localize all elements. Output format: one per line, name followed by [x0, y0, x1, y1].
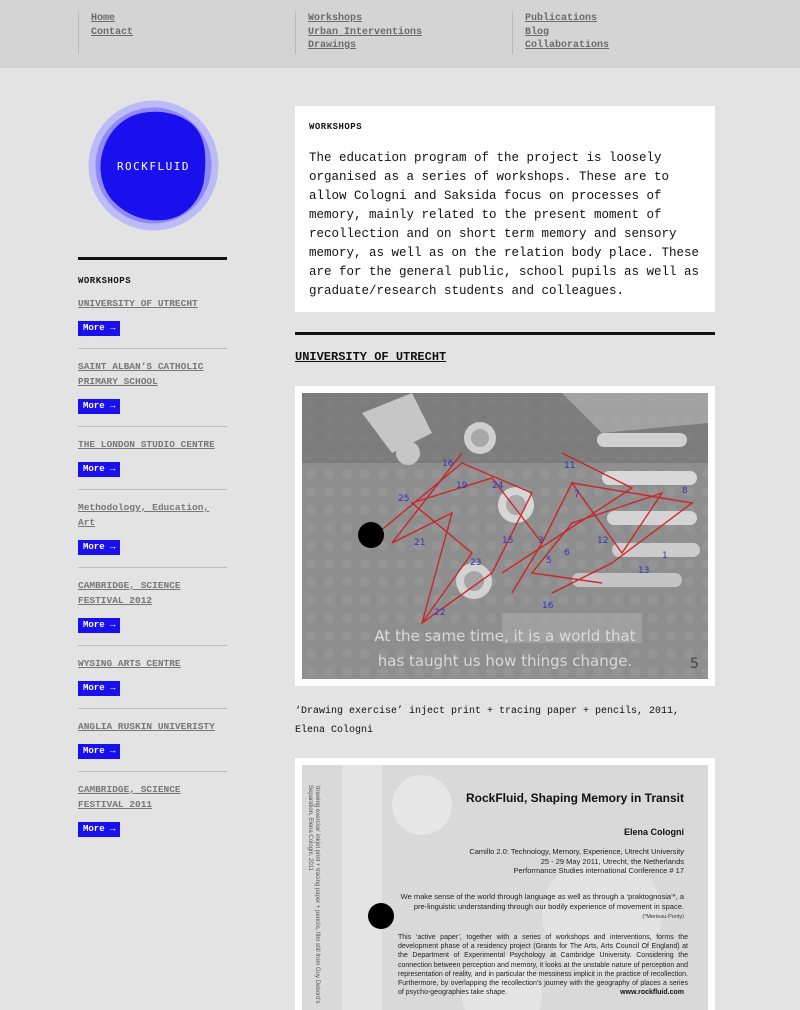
- sidebar-divider: [78, 257, 227, 260]
- more-button[interactable]: More →: [78, 822, 121, 837]
- svg-text:12: 12: [597, 536, 608, 546]
- intro-text: The education program of the project is …: [309, 151, 700, 298]
- sidebar-item-link[interactable]: WYSING ARTS CENTRE: [78, 656, 227, 671]
- logo-blob-icon: ROCKFLUID: [88, 100, 219, 231]
- sidebar-item: SAINT ALBAN’S CATHOLIC PRIMARY SCHOOL Mo…: [78, 349, 227, 427]
- svg-text:8: 8: [682, 486, 688, 496]
- svg-text:24: 24: [492, 481, 504, 491]
- svg-text:6: 6: [564, 548, 570, 558]
- paper-title: RockFluid, Shaping Memory in Transit: [465, 791, 684, 805]
- sidebar-item: ANGLIA RUSKIN UNIVERISTY More →: [78, 709, 227, 772]
- svg-text:16: 16: [542, 601, 554, 611]
- nav-workshops-link[interactable]: Workshops: [308, 12, 422, 26]
- svg-text:21: 21: [414, 538, 425, 548]
- nav-column-2: Workshops Urban Interventions Drawings: [295, 12, 422, 54]
- conference-line: 25 - 29 May 2011, Utrecht, the Netherlan…: [540, 856, 684, 866]
- sidebar-item: THE LONDON STUDIO CENTRE More →: [78, 427, 227, 490]
- paper-body: This ‘active paper’, together with a ser…: [398, 934, 688, 997]
- image-caption: ‘Drawing exercise’ inject print + tracin…: [295, 706, 680, 736]
- more-button[interactable]: More →: [78, 462, 121, 477]
- drawing-exercise-photo: 25 19 24 16 21 23 22 15 3 5 6 12 11 7 8 1 13 16 At t…: [302, 393, 708, 679]
- more-button[interactable]: More →: [78, 744, 121, 759]
- sidebar-item: WYSING ARTS CENTRE More →: [78, 646, 227, 709]
- svg-text:3: 3: [538, 536, 544, 546]
- svg-text:1: 1: [662, 551, 668, 561]
- logo-text: ROCKFLUID: [117, 160, 190, 173]
- svg-text:13: 13: [638, 566, 649, 576]
- svg-text:15: 15: [502, 536, 513, 546]
- sidebar-item: UNIVERSITY OF UTRECHT More →: [78, 286, 227, 349]
- nav-urban-interventions-link[interactable]: Urban Interventions: [308, 26, 422, 40]
- intro-box: WORKSHOPS The education program of the p…: [295, 106, 715, 312]
- conference-line: Camillo 2.0: Technology, Memory, Experie…: [469, 847, 684, 856]
- top-navigation: Home Contact Workshops Urban Interventio…: [0, 0, 800, 68]
- intro-heading: WORKSHOPS: [309, 122, 363, 132]
- paper-document: 'drawing exercise' inkjet print + tracin…: [302, 765, 708, 1010]
- sidebar-item-link[interactable]: CAMBRIDGE, SCIENCE FESTIVAL 2011: [78, 782, 227, 812]
- drawing-exercise-image[interactable]: 25 19 24 16 21 23 22 15 3 5 6 12 11 7 8 1 13 16 At t…: [295, 386, 715, 686]
- svg-text:7: 7: [574, 490, 580, 500]
- sidebar-item-link[interactable]: THE LONDON STUDIO CENTRE: [78, 437, 227, 452]
- paper-website: www.rockfluid.com: [620, 989, 684, 996]
- nav-home-link[interactable]: Home: [91, 12, 133, 26]
- svg-text:5: 5: [690, 656, 699, 672]
- svg-text:5: 5: [546, 556, 552, 566]
- nav-column-1: Home Contact: [78, 12, 133, 54]
- nav-column-3: Publications Blog Collaborations: [512, 12, 609, 54]
- more-button[interactable]: More →: [78, 399, 121, 414]
- sidebar-item-link[interactable]: UNIVERSITY OF UTRECHT: [78, 296, 227, 311]
- more-button[interactable]: More →: [78, 681, 121, 696]
- svg-text:22: 22: [434, 608, 445, 618]
- sidebar-item: Methodology, Education, Art More →: [78, 490, 227, 568]
- sidebar-item: CAMBRIDGE, SCIENCE FESTIVAL 2012 More →: [78, 568, 227, 646]
- sidebar-item-link[interactable]: SAINT ALBAN’S CATHOLIC PRIMARY SCHOOL: [78, 359, 227, 389]
- svg-text:11: 11: [564, 461, 575, 471]
- more-button[interactable]: More →: [78, 618, 121, 633]
- svg-text:16: 16: [442, 459, 454, 469]
- section-divider: [295, 332, 715, 335]
- nav-collaborations-link[interactable]: Collaborations: [525, 39, 609, 53]
- svg-text:25: 25: [398, 494, 409, 504]
- conference-line: Performance Studies international Confer…: [513, 866, 684, 875]
- sidebar-item-link[interactable]: Methodology, Education, Art: [78, 500, 227, 530]
- more-button[interactable]: More →: [78, 540, 121, 555]
- svg-text:At the same time, it is a worl: At the same time, it is a world that: [374, 627, 635, 645]
- sidebar-heading: WORKSHOPS: [78, 276, 132, 286]
- nav-publications-link[interactable]: Publications: [525, 12, 609, 26]
- sidebar: WORKSHOPS UNIVERSITY OF UTRECHT More → S…: [78, 257, 227, 849]
- paper-side-text: 'drawing exercise' inkjet print + tracin…: [307, 785, 320, 1004]
- nav-blog-link[interactable]: Blog: [525, 26, 609, 40]
- paper-author: Elena Cologni: [623, 827, 684, 837]
- paper-conference: Camillo 2.0: Technology, Memory, Experie…: [469, 847, 684, 876]
- rockfluid-logo[interactable]: ROCKFLUID: [88, 100, 219, 231]
- black-dot: [368, 903, 394, 929]
- section-title-link[interactable]: UNIVERSITY OF UTRECHT: [295, 350, 446, 364]
- more-button[interactable]: More →: [78, 321, 121, 336]
- svg-text:23: 23: [470, 558, 481, 568]
- paper-quote: We make sense of the world through langu…: [400, 892, 684, 911]
- paper-quote-attribution: (*Merleau-Ponty): [642, 914, 684, 920]
- sidebar-item-link[interactable]: ANGLIA RUSKIN UNIVERISTY: [78, 719, 227, 734]
- svg-text:19: 19: [456, 481, 468, 491]
- nav-contact-link[interactable]: Contact: [91, 26, 133, 40]
- sidebar-item-link[interactable]: CAMBRIDGE, SCIENCE FESTIVAL 2012: [78, 578, 227, 608]
- svg-text:has taught us how things chang: has taught us how things change.: [378, 652, 633, 670]
- nav-drawings-link[interactable]: Drawings: [308, 39, 422, 53]
- paper-image[interactable]: 'drawing exercise' inkjet print + tracin…: [295, 758, 715, 1010]
- sidebar-item: CAMBRIDGE, SCIENCE FESTIVAL 2011 More →: [78, 772, 227, 849]
